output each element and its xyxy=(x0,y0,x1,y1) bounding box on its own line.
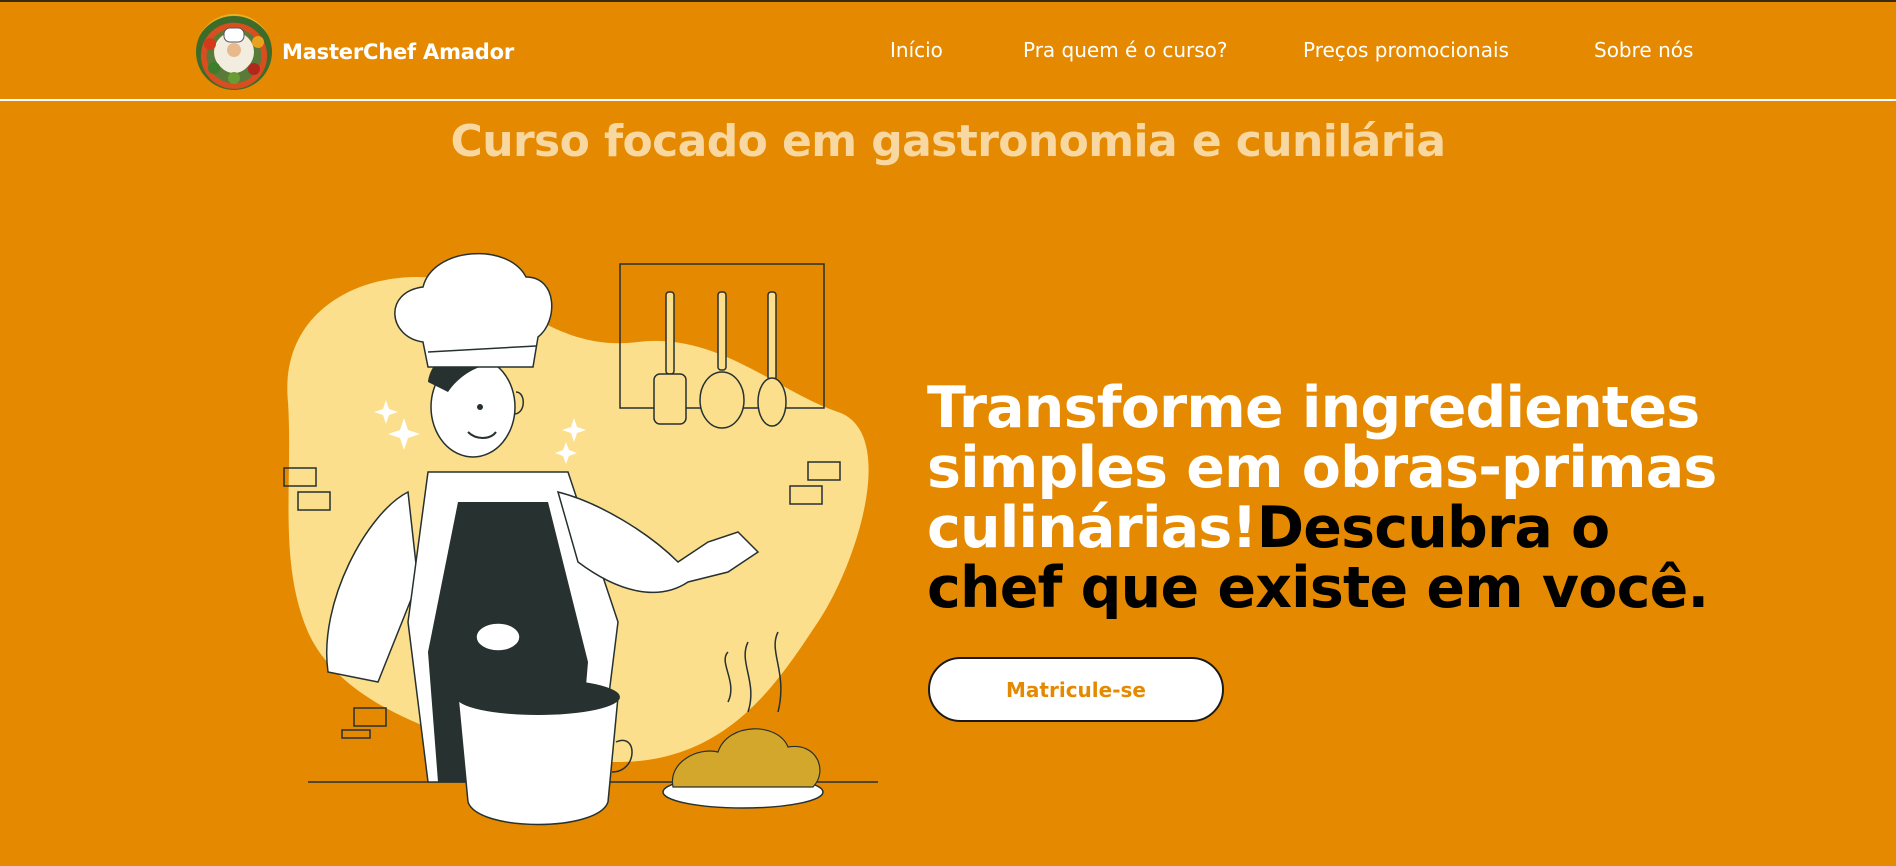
hero-tagline: Curso focado em gastronomia e cunilária xyxy=(450,116,1447,167)
brand[interactable]: MasterChef Amador xyxy=(196,14,514,90)
chef-food-logo-icon xyxy=(196,14,272,90)
site-header: MasterChef Amador Início Pra quem é o cu… xyxy=(0,2,1896,101)
nav-item-sobre-nos[interactable]: Sobre nós xyxy=(1594,38,1693,62)
nav-item-precos[interactable]: Preços promocionais xyxy=(1303,38,1509,62)
nav-item-pra-quem[interactable]: Pra quem é o curso? xyxy=(1023,38,1227,62)
enroll-button[interactable]: Matricule-se xyxy=(928,657,1224,722)
chef-cooking-illustration xyxy=(258,242,898,842)
brand-name: MasterChef Amador xyxy=(282,40,514,64)
hero-headline: Transforme ingredientes simples em obras… xyxy=(927,378,1727,618)
nav-item-inicio[interactable]: Início xyxy=(890,38,943,62)
